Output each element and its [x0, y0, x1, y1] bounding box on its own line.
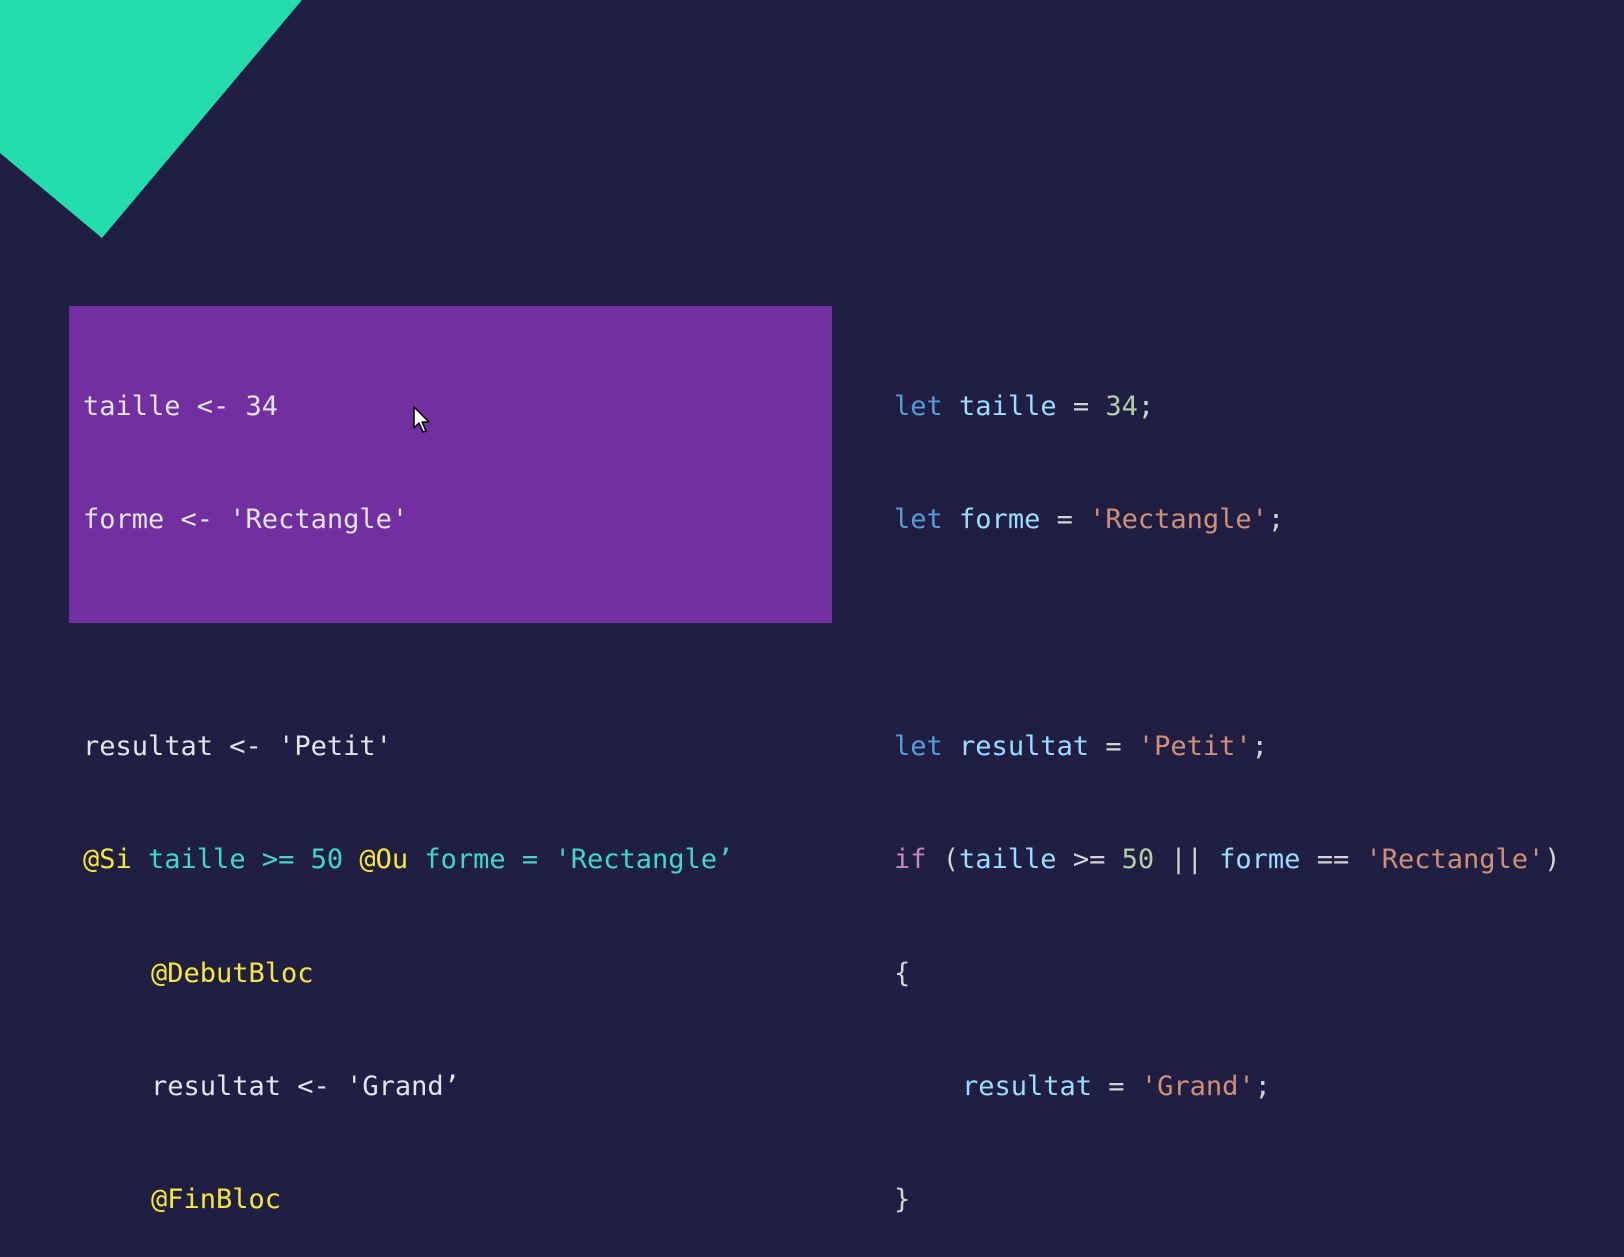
js-line-7: resultat = 'Grand'; — [894, 1068, 1561, 1106]
js-semicolon: ; — [1251, 730, 1268, 762]
js-line-8: } — [894, 1181, 1561, 1219]
js-number-50: 50 — [1121, 844, 1155, 876]
js-variable-taille: taille — [959, 844, 1057, 876]
pseudocode-condition-forme: forme = 'Rectangle’ — [408, 844, 734, 876]
js-string-petit: 'Petit' — [1137, 730, 1252, 762]
pseudocode-line-4: resultat <- 'Petit' — [83, 730, 392, 762]
js-line-2: let forme = 'Rectangle'; — [894, 501, 1561, 539]
js-number-34: 34 — [1105, 390, 1138, 422]
js-string-grand: 'Grand' — [1140, 1070, 1255, 1102]
js-operator-assign: = — [1056, 390, 1106, 422]
pseudocode-line-8: @FinBloc — [151, 1184, 282, 1216]
js-operator-assign: = — [1040, 503, 1090, 535]
js-semicolon: ; — [1254, 1070, 1271, 1102]
js-operator-assign: = — [1092, 1070, 1141, 1102]
js-operator-gte: >= — [1056, 844, 1122, 876]
pseudocode-line-5: @Si taille >= 50 @Ou forme = 'Rectangle’ — [83, 841, 733, 879]
js-operator-assign: = — [1089, 730, 1138, 762]
js-open-paren: ( — [926, 844, 960, 876]
js-semicolon: ; — [1137, 390, 1155, 422]
js-close-paren: ) — [1544, 844, 1561, 876]
js-brace-open: { — [894, 957, 911, 989]
js-string-rectangle: 'Rectangle' — [1089, 503, 1268, 535]
js-keyword-let: let — [894, 390, 943, 422]
pseudocode-line-6: @DebutBloc — [151, 957, 314, 989]
pseudocode-line-2: forme <- 'Rectangle' — [83, 503, 409, 535]
js-line-4: let resultat = 'Petit'; — [894, 728, 1561, 766]
pseudocode-line-3-blank — [83, 614, 733, 652]
pseudocode-condition-taille: taille >= 50 — [131, 844, 360, 876]
pseudocode-keyword-ou: @Ou — [359, 844, 409, 876]
js-semicolon: ; — [1267, 503, 1285, 535]
js-line-3-blank — [894, 614, 1561, 652]
js-keyword-if: if — [894, 844, 927, 876]
js-variable-forme: forme — [1219, 844, 1301, 876]
js-keyword-let: let — [894, 503, 943, 535]
js-string-rectangle: 'Rectangle' — [1365, 844, 1545, 876]
js-variable-taille: taille — [959, 390, 1057, 422]
js-line-1: let taille = 34; — [894, 388, 1561, 426]
js-keyword-let: let — [894, 730, 943, 762]
js-variable-forme: forme — [959, 503, 1041, 535]
decorative-triangle — [0, 0, 302, 238]
js-operator-or: || — [1154, 844, 1220, 876]
mouse-pointer-icon — [413, 406, 430, 433]
js-brace-close: } — [894, 1184, 911, 1216]
js-line-5: if (taille >= 50 || forme == 'Rectangle'… — [894, 841, 1561, 879]
pseudocode-block: taille <- 34 forme <- 'Rectangle' result… — [83, 312, 733, 1257]
pseudocode-line-1: taille <- 34 — [83, 390, 279, 422]
javascript-code-block: let taille = 34; let forme = 'Rectangle'… — [894, 312, 1561, 1257]
pseudocode-keyword-si: @Si — [83, 844, 132, 876]
pseudocode-line-7: resultat <- 'Grand’ — [151, 1070, 460, 1102]
js-line-6: { — [894, 955, 1561, 993]
js-operator-equals: == — [1300, 844, 1366, 876]
js-variable-resultat: resultat — [962, 1070, 1093, 1102]
js-variable-resultat: resultat — [959, 730, 1090, 762]
